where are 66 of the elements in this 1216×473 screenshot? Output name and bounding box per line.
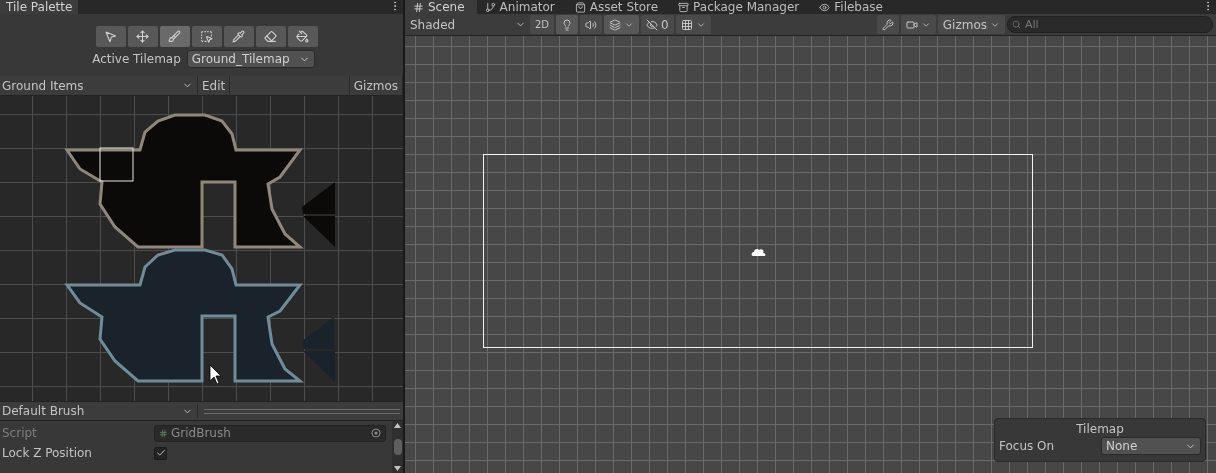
layers-icon — [609, 18, 622, 31]
speaker-icon — [585, 18, 598, 31]
search-field[interactable]: All — [1007, 16, 1213, 33]
script-icon — [159, 428, 168, 438]
tile-selection-outline — [99, 147, 134, 182]
window-tab[interactable]: Scene — [405, 0, 477, 14]
focus-on-label: Focus On — [999, 439, 1055, 453]
mouse-cursor-icon — [209, 364, 222, 385]
lightbulb-icon — [561, 18, 574, 31]
package-icon — [678, 1, 690, 13]
scene-viewport[interactable]: Tilemap Focus On None — [405, 36, 1216, 473]
box-icon — [200, 30, 213, 43]
select-tool-button[interactable] — [95, 26, 126, 47]
grid-icon — [680, 18, 693, 31]
scene-icon — [413, 1, 424, 13]
lighting-toggle[interactable] — [556, 15, 579, 34]
tile-palette-canvas[interactable] — [0, 96, 403, 401]
eraser-icon — [264, 30, 277, 43]
fill-tool-button[interactable] — [287, 26, 318, 47]
paint-tool-button[interactable] — [159, 26, 190, 47]
wrench-icon — [881, 18, 894, 31]
move-icon — [136, 30, 149, 43]
eraser-tool-button[interactable] — [255, 26, 286, 47]
2d-toggle[interactable]: 2D — [530, 15, 555, 34]
overlay-title: Tilemap — [1075, 422, 1125, 436]
search-icon — [1012, 20, 1021, 29]
eye-off-icon — [646, 18, 659, 31]
hidden-objects-toggle[interactable]: 0 — [641, 15, 674, 34]
tools-button[interactable] — [876, 15, 899, 34]
active-tilemap-label: Active Tilemap — [92, 52, 181, 66]
eye-icon — [819, 1, 831, 13]
window-tab[interactable]: Package Manager — [670, 0, 812, 14]
scroll-down-icon[interactable] — [394, 466, 401, 471]
check-icon — [155, 448, 166, 458]
scrollbar[interactable] — [392, 421, 403, 473]
gizmos-button[interactable]: Gizmos — [937, 15, 1005, 34]
panel-tab[interactable]: Tile Palette — [0, 0, 79, 14]
cloud-icon — [751, 247, 767, 257]
picker-tool-button[interactable] — [223, 26, 254, 47]
checkbox[interactable] — [154, 446, 167, 460]
box-tool-button[interactable] — [191, 26, 222, 47]
active-tilemap-dropdown[interactable]: Ground_Tilemap — [186, 50, 315, 68]
window-tab[interactable]: Animator — [476, 0, 567, 14]
scroll-up-icon[interactable] — [394, 423, 401, 428]
target-icon[interactable] — [371, 428, 381, 438]
select-icon — [104, 30, 117, 43]
camera-button[interactable] — [900, 15, 936, 34]
palette-dropdown[interactable]: Ground Items — [0, 76, 198, 95]
animator-icon — [484, 1, 496, 13]
fill-icon — [296, 30, 309, 43]
grid-toggle[interactable] — [675, 15, 711, 34]
field-label: Script — [2, 426, 37, 440]
audio-toggle[interactable] — [580, 15, 603, 34]
move-tool-button[interactable] — [127, 26, 158, 47]
cave-tiles-drawing[interactable] — [64, 113, 335, 249]
window-tab[interactable]: Asset Store — [566, 0, 671, 14]
cave-tiles-drawing[interactable] — [64, 248, 335, 383]
store-icon — [574, 1, 586, 13]
window-tab[interactable]: Filebase — [811, 0, 895, 14]
paint-icon — [168, 30, 181, 43]
focus-dropdown[interactable]: None — [1101, 437, 1201, 455]
splitter-handle[interactable] — [204, 408, 400, 414]
field-label: Lock Z Position — [2, 446, 92, 460]
effects-toggle[interactable] — [604, 15, 640, 34]
picker-icon — [232, 30, 245, 43]
camera-icon — [905, 18, 918, 31]
